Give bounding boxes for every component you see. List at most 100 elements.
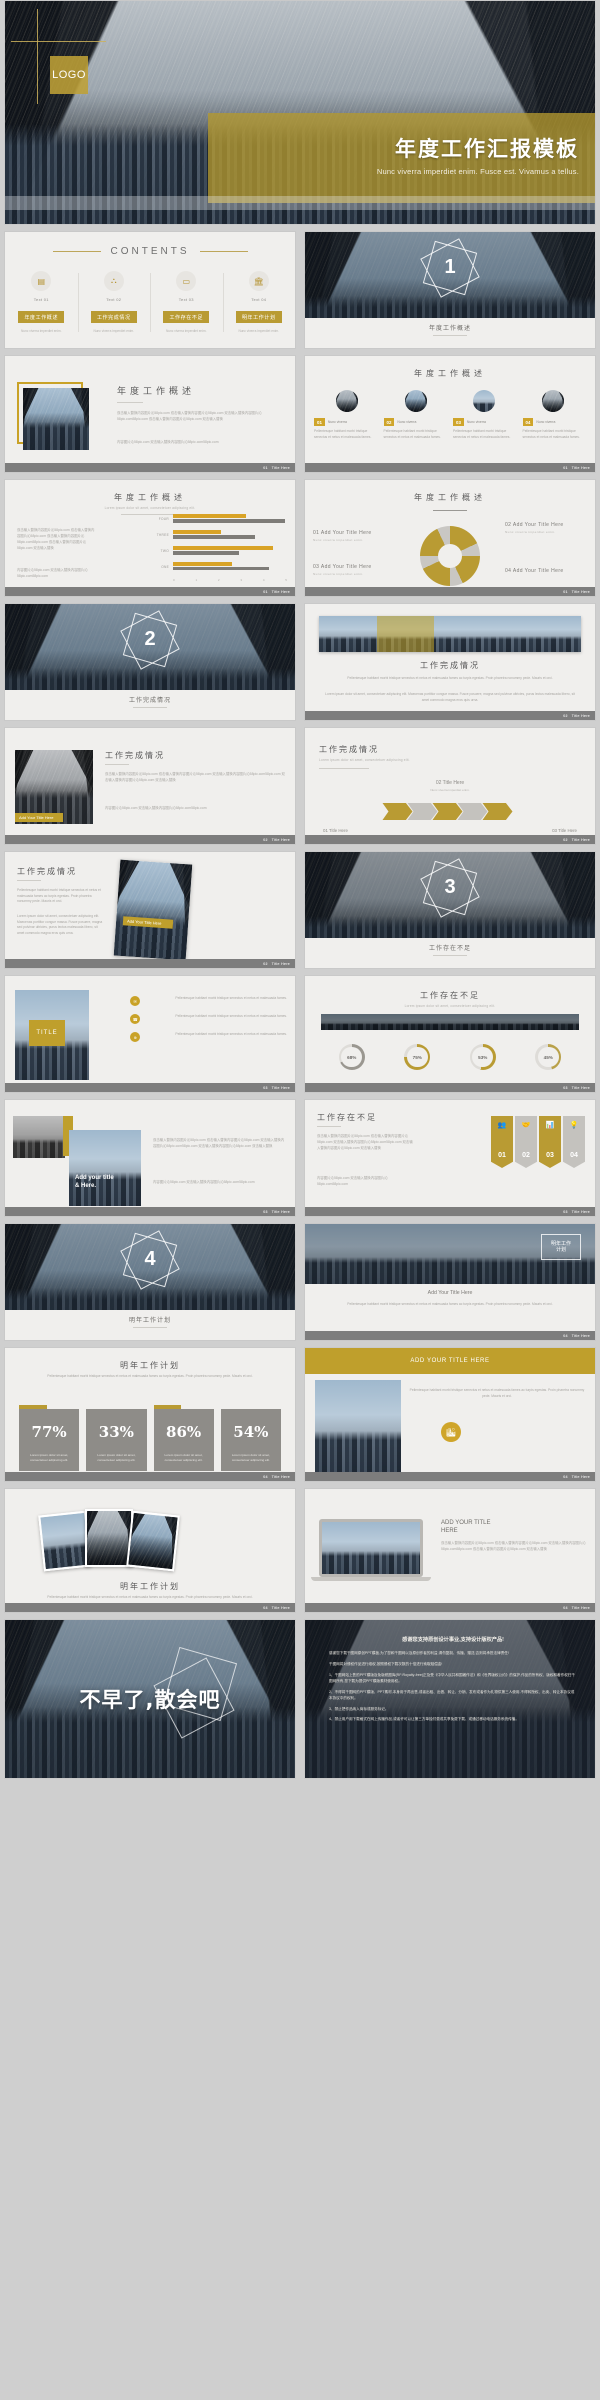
contents-item-4[interactable]: 🏛 Text 04 明年工作计划 Nunc viverra imperdiet … [222,271,296,334]
section-number: 3 [444,876,456,898]
deck-row-5: 2 工作完成情况 工作完成情况 Pellentesque habitant mo… [0,603,600,727]
item-number: 01 [314,418,325,426]
percent-card-row: 77% Lorem ipsum dolor sit amet, consecte… [5,1405,295,1471]
laptop-screen [322,1522,420,1574]
footer-title: Title Here [571,1333,590,1338]
bar-series-1 [173,514,246,518]
ring-value: 75% [412,1054,422,1060]
cycle-body: Nunc viverra imperdiet enim. [313,572,364,576]
contents-item-1[interactable]: ▤ Text 01 年度工作概述 Nunc viverra imperdiet … [5,271,78,334]
ribbon-3: 📊 03 [539,1116,561,1168]
slide-donut-cycle[interactable]: 年度工作概述 01 Add Your Title Here Nunc viver… [304,479,596,597]
slide-footer: 02 Title Here [5,959,295,968]
slide-overview-circles[interactable]: 年度工作概述 01 Nunc viverra Pellentesque habi… [304,355,596,473]
x-tick: 0 [173,577,175,582]
deck-row-3: 年度工作概述 双击输入替换内容图片沁58pic.com 双击输入替换内容图片沁5… [0,355,600,479]
item-label: Nunc viverra [466,420,486,424]
phone-icon: ☎ [130,1014,141,1024]
card-body: Lorem ipsum dolor sit amet, consectetuer… [97,1453,136,1462]
contents-item-lorem: Nunc viverra imperdiet enim. [165,328,207,333]
contents-item-chip[interactable]: 年度工作概述 [18,311,65,323]
card-accent-tab [153,1405,182,1409]
slide-overview-photo[interactable]: 年度工作概述 双击输入替换内容图片沁58pic.com 双击输入替换内容图片沁5… [4,355,296,473]
slide-plan-hero[interactable]: 明年工作 计划 Add Your Title Here Pellentesque… [304,1223,596,1341]
bar-series-1 [173,561,233,566]
bar-series-2 [173,566,269,571]
bar-series-2 [173,534,256,539]
slide-legal[interactable]: 感谢您支持原创设计事业,支持设计版权产品! 感谢您下载千图网原创PPT模板,为了… [304,1619,596,1779]
slide-laptop-mockup[interactable]: ADD YOUR TITLE HERE 双击输入替换内容图片沁58pic.com… [304,1488,596,1613]
mockup-title: ADD YOUR TITLE HERE [441,1520,491,1535]
ring-value: 53% [478,1054,488,1060]
chart-body-1: 双击输入替换内容图片沁58pic.com 双击输入替换内容图片沁58pic.co… [17,528,95,550]
contents-item-chip[interactable]: 工作完成情况 [90,311,137,323]
slide-percent-cards[interactable]: 明年工作计划 Pellentesque habitant morbi trist… [4,1347,296,1482]
chart-title: 年度工作概述 [114,493,186,502]
footer-title: Title Here [271,589,290,594]
overview-circle-row [305,390,595,412]
slide-ribbons[interactable]: 工作存在不足 双击输入替换内容图片沁58pic.com 双击输入替换内容图片沁5… [304,1099,596,1217]
ring-value: 45% [543,1054,553,1060]
plan-title: 明年工作 计划 [550,1240,571,1254]
footer-title: Title Here [271,1085,290,1090]
slide-title-tile[interactable]: TITLE ✉ Pellentesque habitant morbi tris… [4,975,296,1093]
slide-ring-stats[interactable]: 工作存在不足 Lorem ipsum dolor sit amet, conse… [304,975,596,1093]
closing-headline: 不早了,散会吧 [79,1688,221,1712]
legal-paragraph: 千图网将对侵权作品进行维权,按照侵权下载次数的十倍进行索取赔偿金! [329,1661,443,1666]
slide-photo-collage[interactable]: Add your title & Here. 双击输入替换内容图片沁58pic.… [4,1099,296,1217]
slide-contents[interactable]: CONTENTS ▤ Text 01 年度工作概述 Nunc viverra i… [4,231,296,349]
deck-row-2: CONTENTS ▤ Text 01 年度工作概述 Nunc viverra i… [0,231,600,355]
legal-text-block: 感谢您支持原创设计事业,支持设计版权产品! 感谢您下载千图网原创PPT模板,为了… [329,1636,577,1728]
globe-icon: ⊕ [130,1032,141,1042]
slide-section-3[interactable]: 3 工作存在不足 [304,851,596,969]
contents-item-chip[interactable]: 明年工作计划 [235,311,282,323]
slide-footer: 01 Title Here [305,587,595,596]
overview-item: 03 Nunc viverra Pellentesque habitant mo… [450,418,520,440]
cycle-body: Nunc viverra imperdiet enim. [505,530,556,534]
cycle-body: Nunc viverra imperdiet enim. [313,538,364,542]
slide-city-banner[interactable]: 工作完成情况 Pellentesque habitant morbi trist… [304,603,596,721]
slide-title: 明年工作计划 [120,1582,180,1591]
footer-number: 02 [563,713,568,718]
mockup-body: 双击输入替换内容图片沁58pic.com 双击输入替换内容图片沁58pic.co… [441,1541,586,1551]
slide-closing[interactable]: 不早了,散会吧 [4,1619,296,1779]
bar-label: THREE [156,532,169,537]
progress-ring: 75% [404,1044,431,1070]
deck-row-1: LOGO 年度工作汇报模板 Nunc viverra imperdiet eni… [0,0,600,231]
slide-title: 工作完成情况 [105,751,165,760]
body-text-1: 双击输入替换内容图片沁58pic.com 双击输入替换内容图片沁58pic.co… [153,1138,285,1148]
slide-completion-photo[interactable]: Add Your Title Here 工作完成情况 双击输入替换内容图片沁58… [4,727,296,845]
bar-label: TWO [160,548,169,553]
contents-item-3[interactable]: ▭ Text 03 工作存在不足 Nunc viverra imperdiet … [150,271,223,334]
footer-number: 01 [263,465,268,470]
slide-section-4[interactable]: 4 明年工作计划 [4,1223,296,1341]
slide-section-1[interactable]: 1 年度工作概述 [304,231,596,349]
cycle-number: 02 [505,522,512,528]
footer-title: Title Here [271,1209,290,1214]
footer-number: 04 [563,1605,568,1610]
slide-cover[interactable]: LOGO 年度工作汇报模板 Nunc viverra imperdiet eni… [4,0,596,225]
footer-title: Title Here [271,961,290,966]
slide-chevrons[interactable]: 工作完成情况 Lorem ipsum dolor sit amet, conse… [304,727,596,845]
contents-columns: ▤ Text 01 年度工作概述 Nunc viverra imperdiet … [5,271,295,334]
tilted-photo [113,859,193,961]
slide-gold-hero[interactable]: ADD YOUR TITLE HERE Pellentesque habitan… [304,1347,596,1482]
chevron-top-label-group: 02 Title Here Nunc viverra imperdiet eni… [305,780,595,793]
contents-item-2[interactable]: ⛬ Text 02 工作完成情况 Nunc viverra imperdiet … [77,271,151,334]
slide-section-2[interactable]: 2 工作完成情况 [4,603,296,721]
chart-body-2: 内容图片沁58pic.com 双击输入替换内容图片沁58pic.com58pic… [17,568,88,578]
contents-item-chip[interactable]: 工作存在不足 [163,311,210,323]
title-rule [117,402,143,403]
footer-title: Title Here [571,837,590,842]
contents-item-lorem: Nunc viverra imperdiet enim. [238,328,280,333]
ribbon-number: 03 [546,1152,554,1159]
title-rule [433,510,467,511]
item-body: Pellentesque habitant morbi tristique se… [383,429,441,439]
slide-three-photos[interactable]: 明年工作计划 Pellentesque habitant morbi trist… [4,1488,296,1613]
slide-bar-chart[interactable]: 年度工作概述 Lorem ipsum dolor sit amet, conse… [4,479,296,597]
logo-text: LOGO [52,69,86,81]
slide-title: 工作完成情况 [420,661,480,670]
slide-tilt-photo[interactable]: 工作完成情况 Pellentesque habitant morbi trist… [4,851,296,969]
bullet-text: Pellentesque habitant morbi tristique se… [175,996,287,1000]
slide-footer: 04 Title Here [5,1603,295,1612]
